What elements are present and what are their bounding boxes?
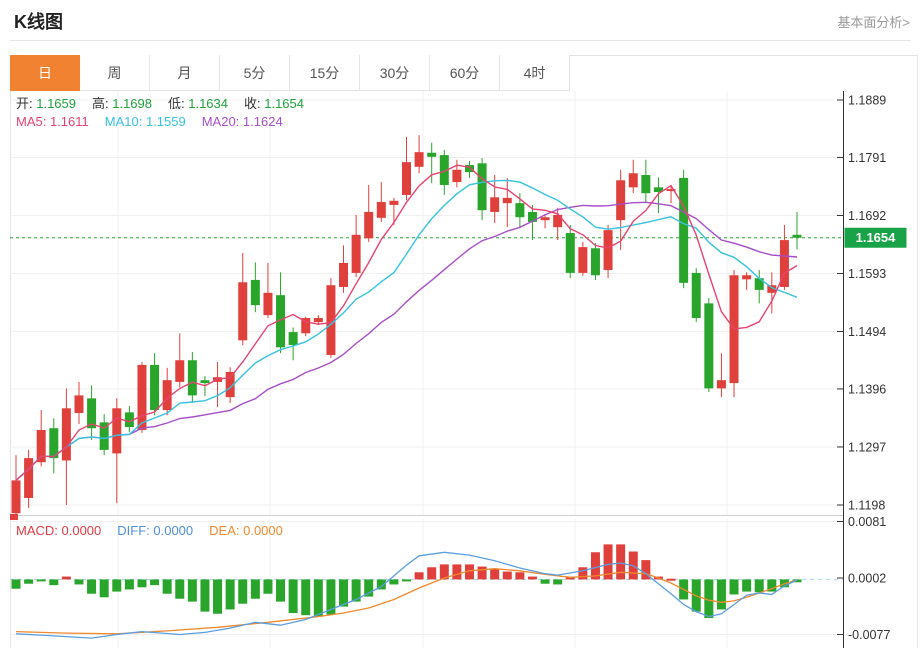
interval-tab-4时[interactable]: 4时 — [500, 55, 570, 91]
y-axis-label: -0.0077 — [848, 628, 890, 642]
interval-tab-日[interactable]: 日 — [10, 55, 80, 91]
y-axis-label: 1.1198 — [848, 498, 885, 512]
interval-tab-30分[interactable]: 30分 — [360, 55, 430, 91]
y-axis-label: 1.1297 — [848, 440, 886, 454]
kline-widget: K线图 基本面分析> 1.18891.17911.16921.15931.149… — [0, 0, 920, 648]
interval-tab-15分[interactable]: 15分 — [290, 55, 360, 91]
y-axis-label: 0.0002 — [848, 572, 886, 586]
y-axis-label: 1.1692 — [848, 209, 886, 223]
y-axis-label: 1.1791 — [848, 151, 886, 165]
interval-tab-60分[interactable]: 60分 — [430, 55, 500, 91]
interval-tab-月[interactable]: 月 — [150, 55, 220, 91]
last-price-badge-text: 1.1654 — [856, 230, 897, 245]
y-axis-label: 1.1593 — [848, 267, 886, 281]
y-axis-label: 1.1494 — [848, 325, 886, 339]
macd-histogram[interactable] — [12, 544, 802, 618]
interval-tab-周[interactable]: 周 — [80, 55, 150, 91]
interval-tabs: 日周月5分15分30分60分4时 — [10, 55, 570, 91]
interval-tab-5分[interactable]: 5分 — [220, 55, 290, 91]
kline-chart-canvas[interactable]: 1.1889 1.1791 1.1692 1.1593 1.1494 1.1396 1.12… — [0, 0, 920, 648]
y-axis-label: 1.1889 — [848, 94, 886, 108]
y-axis-label: 1.1396 — [848, 382, 886, 396]
candles-layer[interactable] — [12, 135, 802, 516]
y-axis: 1.1889 1.1791 1.1692 1.1593 1.1494 1.1396 1.12… — [837, 91, 890, 648]
gridlines — [10, 91, 843, 648]
y-axis-label: 0.0081 — [848, 515, 886, 529]
widget-border — [11, 56, 918, 648]
separator-marker — [10, 514, 18, 520]
